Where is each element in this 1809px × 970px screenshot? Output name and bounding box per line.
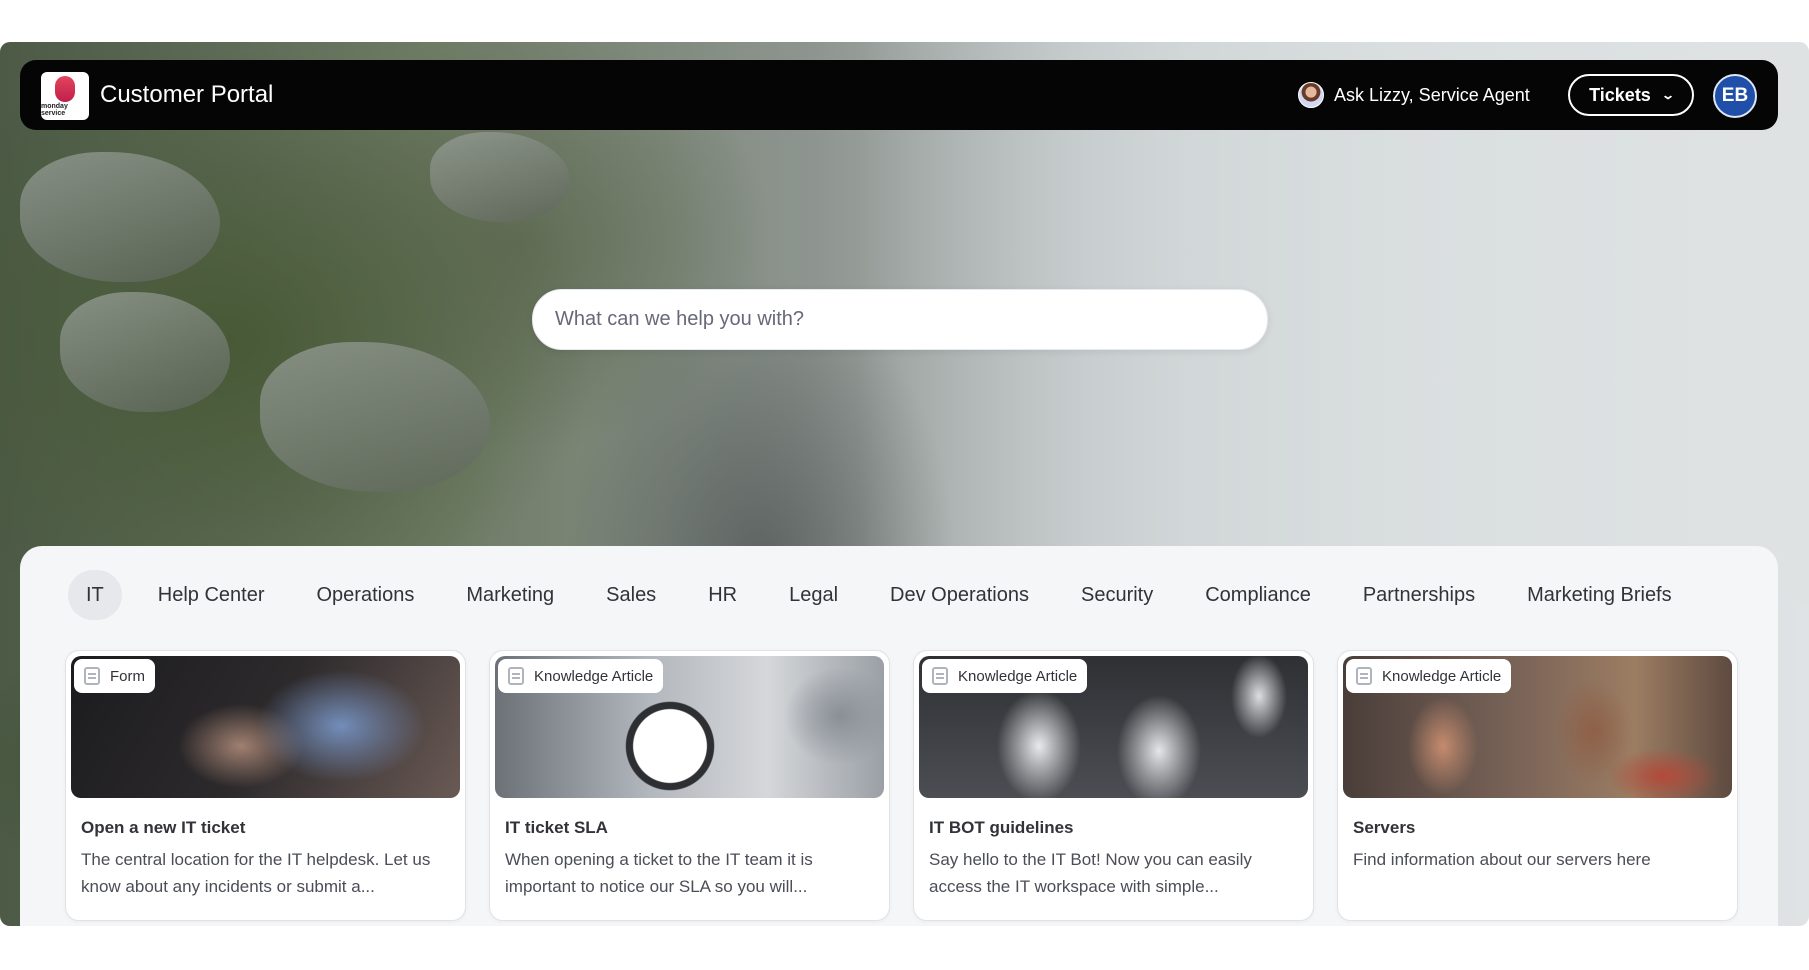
card-title: IT BOT guidelines <box>929 818 1074 837</box>
tab-legal[interactable]: Legal <box>763 570 864 620</box>
tickets-label: Tickets <box>1589 84 1651 105</box>
rock-decoration <box>20 152 220 282</box>
card-description: The central location for the IT helpdesk… <box>81 850 431 896</box>
monday-service-logo[interactable]: monday service <box>41 72 89 120</box>
card-type-badge: Knowledge Article <box>498 659 664 693</box>
card-description: When opening a ticket to the IT team it … <box>505 850 813 896</box>
tab-partnerships[interactable]: Partnerships <box>1337 570 1501 620</box>
card-type-badge: Knowledge Article <box>922 659 1088 693</box>
content-panel: IT Help Center Operations Marketing Sale… <box>20 546 1778 926</box>
badge-label: Form <box>110 667 145 685</box>
logo-text: monday service <box>41 102 68 117</box>
card-title: Servers <box>1353 818 1416 837</box>
search-input[interactable] <box>532 289 1268 350</box>
category-tabs: IT Help Center Operations Marketing Sale… <box>68 570 1698 620</box>
article-icon <box>508 667 524 685</box>
rock-decoration <box>260 342 490 492</box>
tab-help-center[interactable]: Help Center <box>132 570 291 620</box>
card-title: IT ticket SLA <box>505 818 608 837</box>
tab-compliance[interactable]: Compliance <box>1179 570 1337 620</box>
ask-agent-button[interactable]: Ask Lizzy, Service Agent <box>1298 82 1530 108</box>
card-type-badge: Knowledge Article <box>1346 659 1512 693</box>
tickets-dropdown-button[interactable]: Tickets ⌄ <box>1568 74 1694 116</box>
tab-marketing[interactable]: Marketing <box>440 570 580 620</box>
article-icon <box>1356 667 1372 685</box>
tab-security[interactable]: Security <box>1055 570 1179 620</box>
badge-label: Knowledge Article <box>958 667 1078 685</box>
form-icon <box>84 667 100 685</box>
card-it-bot-guidelines[interactable]: Knowledge Article IT BOT guidelines Say … <box>913 650 1314 921</box>
card-description: Say hello to the IT Bot! Now you can eas… <box>929 850 1252 896</box>
rock-decoration <box>60 292 230 412</box>
agent-label: Ask Lizzy, Service Agent <box>1334 84 1530 105</box>
portal-title: Customer Portal <box>100 81 274 108</box>
rock-decoration <box>430 132 570 222</box>
article-icon <box>932 667 948 685</box>
tab-it[interactable]: IT <box>68 570 122 620</box>
card-list: Form Open a new IT ticket The central lo… <box>65 650 1738 921</box>
card-it-ticket-sla[interactable]: Knowledge Article IT ticket SLA When ope… <box>489 650 890 921</box>
tab-dev-operations[interactable]: Dev Operations <box>864 570 1055 620</box>
hero-background: monday service Customer Portal Ask Lizzy… <box>0 42 1809 926</box>
agent-avatar-icon <box>1298 82 1324 108</box>
badge-label: Knowledge Article <box>1382 667 1502 685</box>
tab-sales[interactable]: Sales <box>580 570 682 620</box>
card-type-badge: Form <box>74 659 155 693</box>
chevron-down-icon: ⌄ <box>1660 88 1675 102</box>
logo-mark-icon <box>55 75 75 102</box>
tab-operations[interactable]: Operations <box>291 570 441 620</box>
user-avatar[interactable]: EB <box>1713 74 1757 118</box>
top-navigation-bar: monday service Customer Portal Ask Lizzy… <box>20 60 1778 130</box>
tab-marketing-briefs[interactable]: Marketing Briefs <box>1501 570 1698 620</box>
card-description: Find information about our servers here <box>1353 850 1651 869</box>
card-open-it-ticket[interactable]: Form Open a new IT ticket The central lo… <box>65 650 466 921</box>
card-servers[interactable]: Knowledge Article Servers Find informati… <box>1337 650 1738 921</box>
card-title: Open a new IT ticket <box>81 818 246 837</box>
tab-hr[interactable]: HR <box>682 570 763 620</box>
badge-label: Knowledge Article <box>534 667 654 685</box>
